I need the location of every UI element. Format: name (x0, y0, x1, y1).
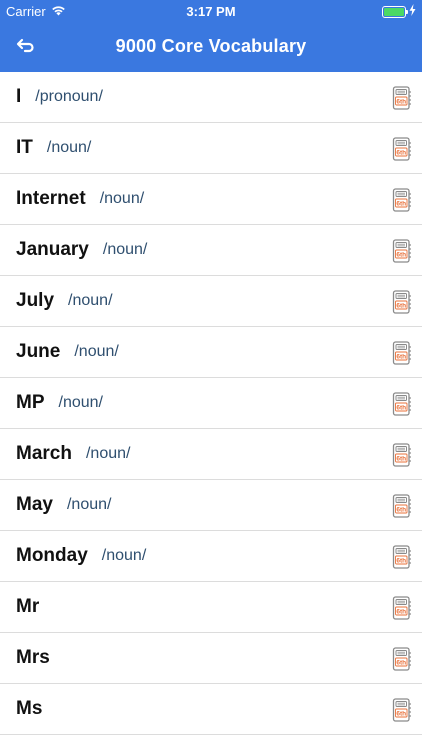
list-item[interactable]: Monday/noun/6th (0, 531, 422, 582)
svg-text:6th: 6th (396, 99, 406, 106)
part-of-speech: /noun/ (66, 496, 112, 513)
level-book-icon: 6th (392, 545, 412, 569)
list-item[interactable]: Mrs 6th (0, 633, 422, 684)
part-of-speech: /noun/ (46, 139, 92, 156)
svg-text:6th: 6th (396, 456, 406, 463)
list-item[interactable]: I/pronoun/6th (0, 72, 422, 123)
status-time: 3:17 PM (186, 4, 236, 19)
level-book-icon: 6th (392, 188, 412, 212)
word-text: I (16, 86, 22, 107)
level-book-icon: 6th (392, 392, 412, 416)
page-title: 9000 Core Vocabulary (115, 36, 307, 56)
list-item[interactable]: Mr 6th (0, 582, 422, 633)
level-book-icon: 6th (392, 698, 412, 722)
svg-text:6th: 6th (396, 354, 406, 361)
word-text: Monday (16, 545, 88, 566)
nav-bar: 9000 Core Vocabulary (0, 22, 422, 72)
part-of-speech: /noun/ (102, 241, 148, 258)
level-book-icon: 6th (392, 494, 412, 518)
svg-text:6th: 6th (396, 405, 406, 412)
word-list: I/pronoun/6th IT/noun/6th Internet/noun/6t… (0, 72, 422, 735)
list-item[interactable]: Ms 6th (0, 684, 422, 735)
word-text: Mr (16, 596, 40, 617)
part-of-speech: /noun/ (99, 190, 145, 207)
word-text: June (16, 341, 61, 362)
svg-text:6th: 6th (396, 609, 406, 616)
word-text: May (16, 494, 53, 515)
part-of-speech: /noun/ (74, 343, 119, 360)
word-text: MP (16, 392, 45, 413)
part-of-speech: /noun/ (101, 547, 147, 564)
part-of-speech: /noun/ (68, 292, 113, 309)
svg-text:6th: 6th (396, 507, 406, 514)
word-text: Mrs (16, 647, 50, 668)
level-book-icon: 6th (392, 341, 412, 365)
svg-text:6th: 6th (396, 303, 406, 310)
svg-text:6th: 6th (396, 150, 406, 157)
svg-text:6th: 6th (396, 711, 406, 718)
word-text: Ms (16, 698, 43, 719)
part-of-speech: /noun/ (58, 394, 103, 411)
list-item[interactable]: Internet/noun/6th (0, 174, 422, 225)
level-book-icon: 6th (392, 86, 412, 110)
word-text: July (16, 290, 55, 311)
battery-icon (382, 5, 408, 18)
word-text: Internet (16, 188, 86, 209)
svg-text:6th: 6th (396, 660, 406, 667)
battery-fill (384, 7, 404, 16)
svg-text:6th: 6th (396, 252, 406, 259)
svg-text:6th: 6th (396, 558, 406, 565)
level-book-icon: 6th (392, 596, 412, 620)
level-book-icon: 6th (392, 137, 412, 161)
list-item[interactable]: July/noun/6th (0, 276, 422, 327)
level-book-icon: 6th (392, 443, 412, 467)
part-of-speech: /noun/ (85, 445, 131, 462)
status-bar: Carrier 3:17 PM (0, 0, 422, 22)
list-item[interactable]: IT/noun/6th (0, 123, 422, 174)
list-item[interactable]: MP/noun/6th (0, 378, 422, 429)
charging-icon (409, 4, 416, 19)
list-item[interactable]: March/noun/6th (0, 429, 422, 480)
status-right (382, 4, 416, 19)
level-book-icon: 6th (392, 290, 412, 314)
list-item[interactable]: June/noun/6th (0, 327, 422, 378)
svg-text:6th: 6th (396, 201, 406, 208)
word-text: March (16, 443, 72, 464)
list-item[interactable]: January/noun/6th (0, 225, 422, 276)
part-of-speech: /pronoun/ (35, 88, 103, 105)
word-text: January (16, 239, 89, 260)
word-text: IT (16, 137, 33, 158)
level-book-icon: 6th (392, 647, 412, 671)
list-item[interactable]: May/noun/6th (0, 480, 422, 531)
level-book-icon: 6th (392, 239, 412, 263)
